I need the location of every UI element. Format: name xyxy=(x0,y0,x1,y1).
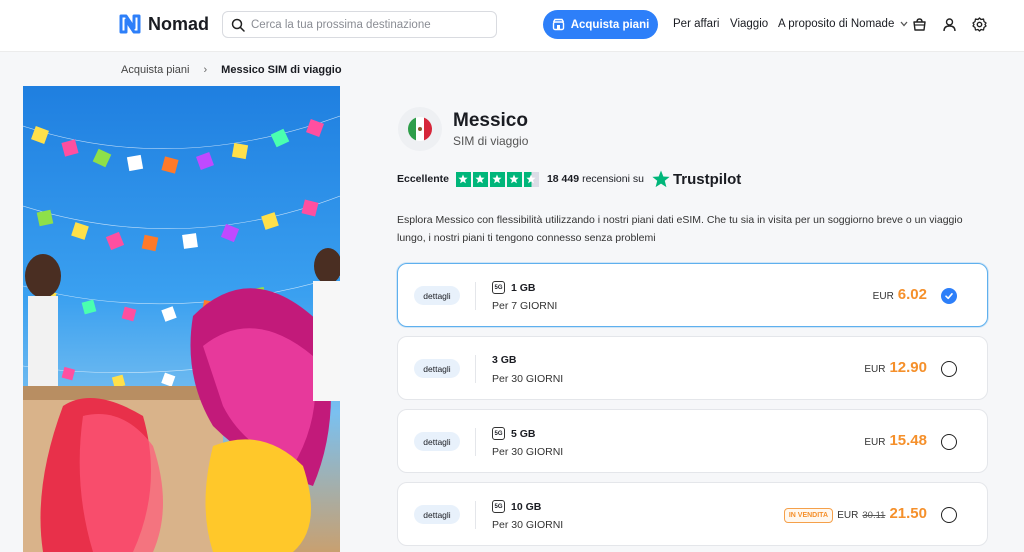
plan-radio[interactable] xyxy=(941,507,957,523)
hero-illustration xyxy=(23,115,340,552)
review-suffix: recensioni su xyxy=(582,173,644,185)
plan-size: 5G 5 GB xyxy=(492,427,536,440)
star-icon xyxy=(472,171,488,187)
old-price: 30.11 xyxy=(862,510,886,521)
plan-duration: Per 30 GIORNI xyxy=(492,373,564,385)
plan-duration: Per 7 GIORNI xyxy=(492,300,558,312)
plan-gb: 10 GB xyxy=(511,500,542,513)
plan-radio-checked[interactable] xyxy=(941,288,957,304)
5g-icon: 5G xyxy=(492,500,505,513)
plan-price: EUR 6.02 xyxy=(873,286,927,303)
nav-about-label: A proposito di Nomade xyxy=(778,18,895,30)
price-amount: 12.90 xyxy=(889,359,927,376)
price-amount: 15.48 xyxy=(889,432,927,449)
plan-size: 5G 1 GB xyxy=(492,281,536,294)
divider xyxy=(475,355,476,383)
buy-plans-label: Acquista piani xyxy=(570,18,650,31)
plan-price: EUR 30.11 21.50 xyxy=(837,505,927,522)
divider xyxy=(475,282,476,310)
sale-badge: IN VENDITA xyxy=(783,508,833,523)
trustpilot-logo: Trustpilot xyxy=(652,170,741,188)
trustpilot-name: Trustpilot xyxy=(672,170,742,188)
price-amount: 21.50 xyxy=(889,505,927,522)
plan-duration: Per 30 GIORNI xyxy=(492,446,564,458)
trustpilot-rating[interactable]: Eccellente 18 449 recensioni su Trustpil… xyxy=(397,170,741,188)
details-button[interactable]: dettagli xyxy=(414,432,460,451)
review-count: 18 449 xyxy=(546,173,580,185)
divider xyxy=(475,501,476,529)
nav-travel[interactable]: Viaggio xyxy=(730,18,768,30)
details-button[interactable]: dettagli xyxy=(414,286,460,305)
plan-option-3gb[interactable]: dettagli 3 GB Per 30 GIORNI EUR 12.90 xyxy=(397,336,988,400)
search-input[interactable] xyxy=(251,18,491,31)
product-description: Esplora Messico con flessibilità utilizz… xyxy=(397,214,963,244)
chevron-down-icon xyxy=(900,21,908,27)
plan-price: EUR 12.90 xyxy=(864,359,927,376)
trustpilot-star-icon xyxy=(652,170,670,188)
product-subtitle: SIM di viaggio xyxy=(453,134,529,148)
plan-option-10gb[interactable]: dettagli 5G 10 GB Per 30 GIORNI IN VENDI… xyxy=(397,482,988,546)
plan-radio[interactable] xyxy=(941,361,957,377)
star-half-icon xyxy=(523,171,539,187)
nav-business[interactable]: Per affari xyxy=(673,18,719,30)
plan-gb: 3 GB xyxy=(492,354,517,366)
search-icon xyxy=(231,18,245,32)
breadcrumb: Acquista piani › Messico SIM di viaggio xyxy=(121,64,342,76)
brand-name: Nomad xyxy=(148,13,210,34)
buy-plans-button[interactable]: Acquista piani xyxy=(543,10,658,39)
currency: EUR xyxy=(864,437,886,448)
store-icon xyxy=(552,18,564,31)
plan-size: 5G 10 GB xyxy=(492,500,541,513)
nomad-logo[interactable]: Nomad xyxy=(118,13,209,35)
search-box[interactable] xyxy=(222,11,497,38)
plan-radio[interactable] xyxy=(941,434,957,450)
details-button[interactable]: dettagli xyxy=(414,359,460,378)
plan-price: EUR 15.48 xyxy=(864,432,927,449)
product-title: Messico xyxy=(453,110,528,131)
user-icon[interactable] xyxy=(940,15,958,33)
mexico-flag xyxy=(398,107,442,151)
mexico-flag-icon xyxy=(408,117,432,141)
breadcrumb-separator: › xyxy=(203,64,208,76)
rating-label: Eccellente xyxy=(397,173,449,185)
breadcrumb-link-buy-plans[interactable]: Acquista piani xyxy=(121,64,190,76)
star-icon xyxy=(489,171,505,187)
price-amount: 6.02 xyxy=(897,286,927,303)
breadcrumb-current: Messico SIM di viaggio xyxy=(221,64,342,76)
top-header: Nomad Acquista piani Per affari Viaggio … xyxy=(0,0,1024,52)
divider xyxy=(475,428,476,456)
check-icon xyxy=(945,293,953,300)
plan-gb: 1 GB xyxy=(511,281,536,294)
currency: EUR xyxy=(872,291,894,302)
plan-option-1gb[interactable]: dettagli 5G 1 GB Per 7 GIORNI EUR 6.02 xyxy=(397,263,988,327)
nomad-logo-icon xyxy=(119,14,141,34)
star-icon xyxy=(455,171,471,187)
plan-option-5gb[interactable]: dettagli 5G 5 GB Per 30 GIORNI EUR 15.48 xyxy=(397,409,988,473)
currency: EUR xyxy=(837,510,859,521)
gear-icon[interactable] xyxy=(970,15,988,33)
plan-duration: Per 30 GIORNI xyxy=(492,519,564,531)
rating-stars xyxy=(455,171,539,187)
cart-icon[interactable] xyxy=(910,15,928,33)
currency: EUR xyxy=(864,364,886,375)
nav-about[interactable]: A proposito di Nomade xyxy=(778,18,908,30)
5g-icon: 5G xyxy=(492,427,505,440)
star-icon xyxy=(506,171,522,187)
5g-icon: 5G xyxy=(492,281,505,294)
details-button[interactable]: dettagli xyxy=(414,505,460,524)
plan-size: 3 GB xyxy=(492,354,517,366)
hero-image xyxy=(23,86,340,552)
plan-gb: 5 GB xyxy=(511,427,536,440)
